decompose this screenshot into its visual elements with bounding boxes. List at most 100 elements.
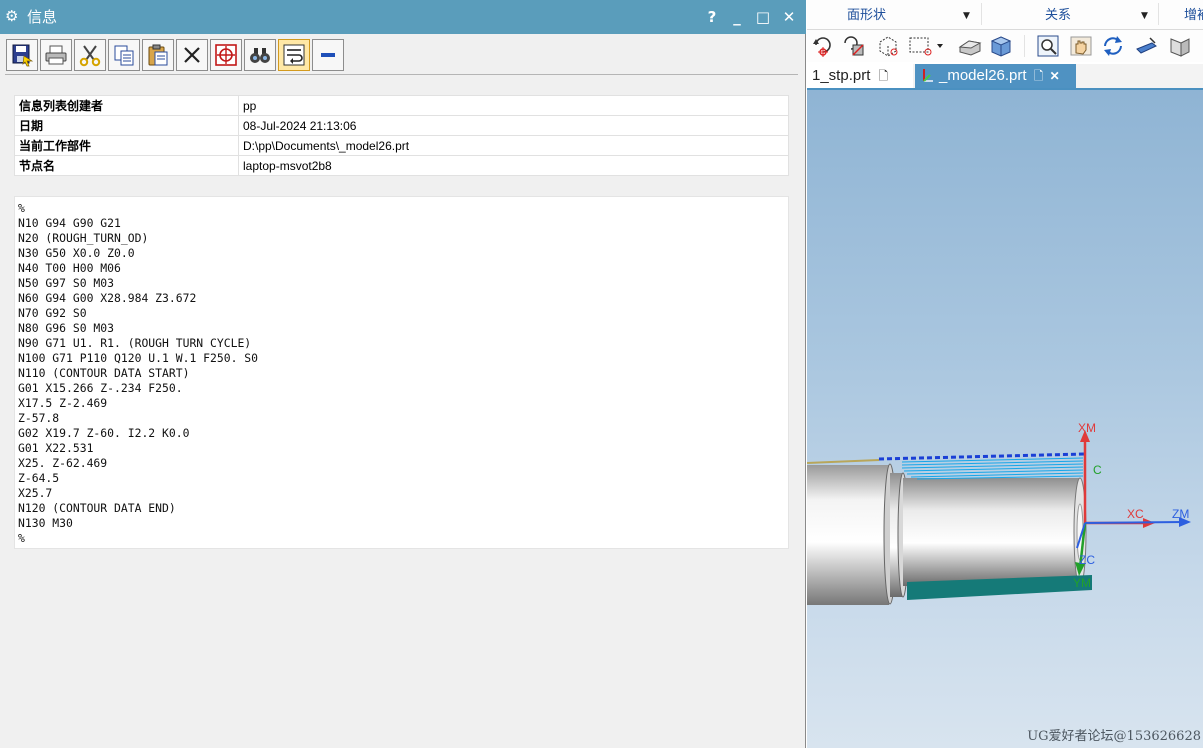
cube-wire-icon [879,36,898,57]
code-line: % [18,531,25,545]
code-line: Z-64.5 [18,471,60,485]
window-title: 信息 [27,8,58,26]
pan-view-tool[interactable] [1068,33,1094,59]
toolbar-divider [1024,35,1025,57]
tab-label: 1_stp.prt [812,67,871,84]
rotate-point-icon [813,37,831,57]
rotate-edge-tool[interactable] [841,33,867,59]
info-header-table: 信息列表创建者 pp 日期 08-Jul-2024 21:13:06 当前工作部件 D:\… [14,95,789,176]
info-content[interactable]: 信息列表创建者 pp 日期 08-Jul-2024 21:13:06 当前工作部件 D:\… [5,74,798,748]
nx-document-tabs: 1_stp.prt 🗋 _model26.prt 🗋 ✕ [807,64,1203,90]
graphics-viewport[interactable]: XM XC ZM ZC YM C UG爱好者论坛@153626628 [807,90,1203,748]
info-row: 当前工作部件 D:\pp\Documents\_model26.prt [14,135,789,156]
info-value: 08-Jul-2024 21:13:06 [238,115,789,136]
code-line: N40 T00 H00 M06 [18,261,121,275]
shaft-cylinder [903,477,1087,587]
code-line: N100 G71 P110 Q120 U.1 W.1 F250. S0 [18,351,259,365]
info-key: 日期 [14,115,239,136]
save-button[interactable] [6,39,38,71]
section-view-tool[interactable] [1134,33,1160,59]
shaded-shape-tool[interactable] [957,33,983,59]
minimize-button[interactable]: _ [726,6,748,28]
blank-outline [807,459,880,464]
collapse-button[interactable] [312,39,344,71]
close-tab-icon[interactable]: ✕ [1050,69,1060,83]
info-titlebar[interactable]: ⚙ 信息 ? _ □ ✕ [0,0,806,34]
info-row: 日期 08-Jul-2024 21:13:06 [14,115,789,136]
close-button[interactable]: ✕ [778,6,800,28]
wrap-icon [283,44,305,66]
part-model-scene: XM XC ZM ZC YM C [807,421,1191,605]
gear-icon[interactable]: ⚙ [5,7,18,25]
info-value: D:\pp\Documents\_model26.prt [238,135,789,156]
menu-divider [981,3,982,25]
xc-label: XC [1127,507,1144,521]
code-line: N50 G97 S0 M03 [18,276,115,290]
clip-view-tool[interactable] [1167,33,1193,59]
code-line: % [18,201,25,215]
paste-button[interactable] [142,39,174,71]
code-line: G02 X19.7 Z-60. I2.2 K0.0 [18,426,190,440]
cut-button[interactable] [74,39,106,71]
info-row: 节点名 laptop-msvot2b8 [14,155,789,176]
code-line: N120 (CONTOUR DATA END) [18,501,176,515]
tab-label: _model26.prt [939,67,1027,84]
info-value: pp [238,95,789,116]
copy-icon [114,45,134,66]
paste-icon [148,44,168,66]
hand-icon [1070,36,1092,56]
nc-code-box[interactable]: % N10 G94 G90 G21 N20 (ROUGH_TURN_OD) N30 G… [14,196,789,549]
nx-icon-toolbar [807,30,1203,62]
code-line: N10 G94 G90 G21 [18,216,121,230]
face-shape-label: 面形状 [847,8,887,23]
rotate-view-tool[interactable] [1100,33,1126,59]
menu-divider [1158,3,1159,25]
target-button[interactable] [210,39,242,71]
shaft-large [807,463,897,605]
section-view-icon [1136,37,1157,54]
binoculars-icon [250,48,270,63]
info-value: laptop-msvot2b8 [238,155,789,176]
word-wrap-button[interactable] [278,39,310,71]
find-button[interactable] [244,39,276,71]
box-select-dropdown[interactable] [907,33,945,59]
relation-label: 关系 [1045,8,1072,23]
tab-model26-prt[interactable]: _model26.prt 🗋 ✕ [915,64,1076,88]
maximize-button[interactable]: □ [752,6,774,28]
code-line: N20 (ROUGH_TURN_OD) [18,231,149,245]
face-shape-dropdown[interactable]: 面形状 ▼ [847,7,977,25]
code-line: G01 X22.531 [18,441,94,455]
watermark-text: UG爱好者论坛@153626628 [1027,729,1201,744]
ym-label: YM [1073,576,1091,590]
more-dropdown[interactable]: 增補 [1184,7,1203,25]
rotate-view-icon [1104,36,1122,56]
shaded-cube-tool[interactable] [988,33,1014,59]
zc-label: ZC [1079,553,1095,567]
rotate-edge-icon [844,36,864,56]
minus-icon [321,53,335,57]
c-label: C [1093,463,1102,477]
info-key: 当前工作部件 [14,135,239,156]
copy-button[interactable] [108,39,140,71]
help-button[interactable]: ? [701,6,723,28]
print-button[interactable] [40,39,72,71]
wireframe-select-tool[interactable] [875,33,901,59]
chevron-down-icon: ▼ [1141,11,1148,21]
fit-view-tool[interactable] [1035,33,1061,59]
modified-icon: 🗋 [878,69,889,83]
more-label: 增補 [1184,8,1203,23]
print-icon [45,45,67,65]
relation-dropdown[interactable]: 关系 ▼ [1045,7,1155,25]
info-row: 信息列表创建者 pp [14,95,789,116]
delete-button[interactable] [176,39,208,71]
tool-path [878,452,1086,480]
chevron-down-icon: ▼ [963,11,970,21]
code-line: N90 G71 U1. R1. (ROUGH TURN CYCLE) [18,336,252,350]
code-line: N60 G94 G00 X28.984 Z3.672 [18,291,197,305]
code-line: Z-57.8 [18,411,60,425]
tab-1-stp-prt[interactable]: 1_stp.prt 🗋 [807,64,913,88]
shaded-cube-icon [990,36,1012,57]
rotate-point-tool[interactable] [810,33,836,59]
code-line: N110 (CONTOUR DATA START) [18,366,190,380]
code-line: X25.7 [18,486,53,500]
